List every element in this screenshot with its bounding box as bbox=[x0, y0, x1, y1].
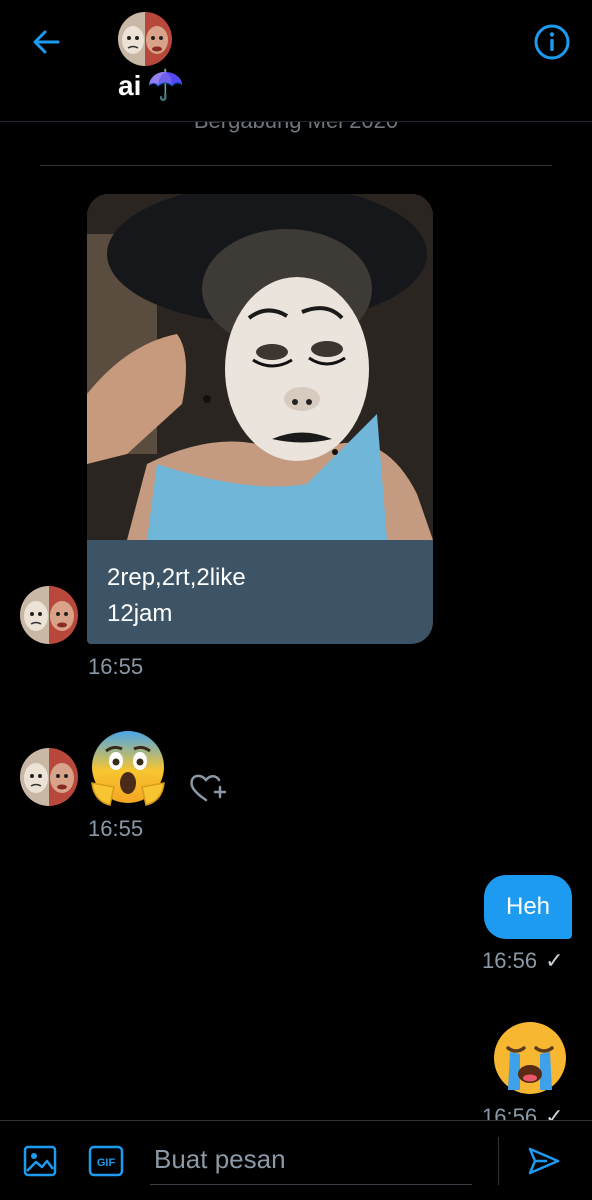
add-image-button[interactable] bbox=[22, 1143, 58, 1179]
crying-face-emoji-message[interactable] bbox=[490, 1018, 570, 1098]
sent-message-text: Heh bbox=[505, 893, 551, 920]
screaming-face-icon bbox=[91, 731, 165, 806]
send-icon bbox=[528, 1147, 560, 1175]
add-reaction-button[interactable] bbox=[186, 768, 227, 808]
fearful-face-emoji-message[interactable] bbox=[86, 725, 170, 809]
message-photo[interactable] bbox=[87, 194, 433, 540]
gif-label: GIF bbox=[97, 1157, 116, 1169]
contact-name-text: ai bbox=[118, 70, 142, 101]
sender-avatar[interactable] bbox=[20, 586, 78, 644]
contact-name[interactable]: ai ☂️ bbox=[118, 70, 185, 102]
gif-icon: GIF bbox=[88, 1145, 124, 1177]
image-icon bbox=[23, 1145, 57, 1177]
loudly-crying-face-icon bbox=[494, 1022, 566, 1094]
back-button[interactable] bbox=[28, 24, 64, 60]
card-caption-line-2: 12jam bbox=[107, 600, 173, 627]
send-button[interactable] bbox=[526, 1143, 562, 1179]
umbrella-icon: ☂️ bbox=[147, 69, 185, 102]
contact-avatar[interactable] bbox=[118, 12, 172, 66]
sent-message-bubble[interactable]: Heh bbox=[484, 875, 572, 939]
divider bbox=[40, 165, 552, 166]
media-message-card[interactable]: 2rep,2rt,2like 12jam bbox=[87, 194, 433, 644]
message-timestamp: 16:55 bbox=[88, 654, 144, 679]
add-gif-button[interactable]: GIF bbox=[88, 1143, 124, 1179]
arrow-left-icon bbox=[33, 30, 60, 54]
divider bbox=[498, 1137, 499, 1185]
heart-plus-icon bbox=[190, 774, 227, 802]
card-caption-line-1: 2rep,2rt,2like bbox=[107, 564, 246, 591]
message-timestamp: 16:55 bbox=[88, 816, 144, 841]
info-icon bbox=[534, 24, 570, 60]
message-composer: GIF Buat pesan bbox=[0, 1120, 592, 1200]
conversation-header: ai ☂️ bbox=[0, 0, 592, 122]
message-input[interactable]: Buat pesan bbox=[150, 1133, 472, 1185]
sender-avatar[interactable] bbox=[20, 748, 78, 806]
message-timestamp: 16:56 bbox=[482, 948, 538, 973]
sent-check-icon: ✓ bbox=[545, 948, 564, 973]
card-caption: 2rep,2rt,2like 12jam bbox=[107, 560, 246, 632]
sent-message-meta: 16:56 ✓ bbox=[482, 948, 564, 974]
conversation-info-button[interactable] bbox=[532, 22, 572, 62]
